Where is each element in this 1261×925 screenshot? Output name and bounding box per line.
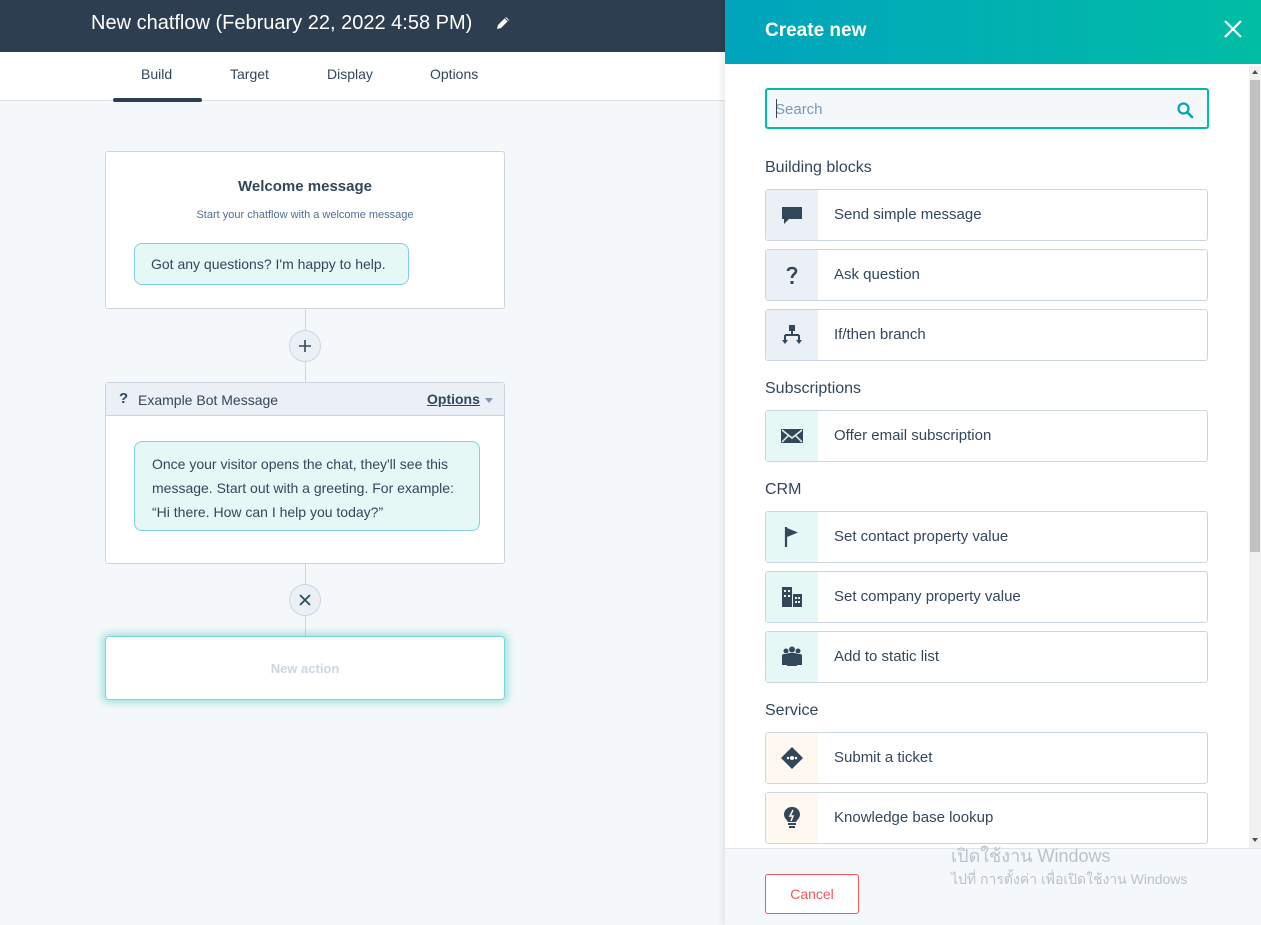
welcome-message-title: Welcome message [238,178,372,195]
cancel-button[interactable]: Cancel [765,874,859,914]
connector-line [305,616,306,636]
item-icon-container [766,310,818,360]
bot-message-line: Once your visitor opens the chat, they'l… [152,456,449,472]
connector-line [305,564,306,584]
search-icon[interactable] [1176,101,1194,119]
item-icon-container [766,632,818,682]
lightbulb-icon [784,807,800,828]
item-label: Offer email subscription [834,427,992,444]
question-mark-icon: ? [119,390,129,407]
flag-icon [784,527,798,547]
chatflow-canvas: Welcome message Start your chatflow with… [0,101,725,925]
bot-message-options-link[interactable]: Options [427,391,480,407]
text-cursor [776,99,777,118]
welcome-message-subtitle: Start your chatflow with a welcome messa… [196,209,414,221]
welcome-message-card[interactable]: Welcome message Start your chatflow with… [105,151,505,309]
item-icon-container [766,793,818,843]
remove-step-button[interactable] [289,584,321,616]
item-icon-container [766,250,818,300]
ticket-icon [781,747,803,769]
chatflow-title: New chatflow (February 22, 2022 4:58 PM) [91,12,473,34]
close-icon [299,594,311,606]
tab-build[interactable]: Build [141,66,172,82]
connector-line [305,362,306,382]
item-label: If/then branch [834,326,926,343]
plus-icon [299,340,311,352]
item-label: Send simple message [834,206,982,223]
bot-message-line: message. Start out with a greeting. For … [152,480,454,496]
item-add-to-static-list[interactable]: Add to static list [765,631,1208,683]
tab-bar: Build Target Display Options [0,52,725,102]
item-label: Knowledge base lookup [834,809,994,826]
editor-header: New chatflow (February 22, 2022 4:58 PM) [0,0,725,52]
tab-target[interactable]: Target [230,66,269,82]
item-label: Submit a ticket [834,749,933,766]
item-icon-container [766,733,818,783]
create-new-panel: Create new Building blocks Send simple m… [725,0,1261,925]
tab-display[interactable]: Display [327,66,373,82]
item-label: Add to static list [834,648,940,665]
search-box[interactable] [765,88,1209,129]
item-ask-question[interactable]: Ask question [765,249,1208,301]
item-submit-a-ticket[interactable]: Submit a ticket [765,732,1208,784]
item-knowledge-base-lookup[interactable]: Knowledge base lookup [765,792,1208,844]
bot-message-card[interactable]: ? Example Bot Message Options Once your … [105,382,505,564]
item-icon-container [766,572,818,622]
panel-title: Create new [765,20,867,41]
caret-down-icon[interactable] [485,398,493,403]
question-mark-icon [786,266,798,284]
envelope-icon [781,429,803,443]
item-offer-email-subscription[interactable]: Offer email subscription [765,410,1208,462]
connector-line [305,309,306,330]
branch-icon [782,325,802,344]
building-icon [782,587,802,607]
bot-message-line: “Hi there. How can I help you today?” [152,504,384,520]
panel-header: Create new [725,0,1261,64]
item-if-then-branch[interactable]: If/then branch [765,309,1208,361]
bot-message-header: ? Example Bot Message Options [106,383,504,416]
section-title-crm: CRM [765,481,802,498]
panel-scrollbar[interactable] [1249,66,1261,848]
item-icon-container [766,512,818,562]
item-set-company-property-value[interactable]: Set company property value [765,571,1208,623]
new-action-placeholder[interactable]: New action [105,636,505,700]
scrollbar-thumb[interactable] [1250,80,1260,552]
item-label: Set company property value [834,588,1021,605]
item-icon-container [766,190,818,240]
item-icon-container [766,411,818,461]
item-send-simple-message[interactable]: Send simple message [765,189,1208,241]
pencil-icon[interactable] [494,14,512,32]
item-label: Set contact property value [834,528,1009,545]
panel-footer: Cancel [725,848,1261,925]
scroll-down-arrow-icon[interactable] [1252,838,1258,842]
people-icon [782,646,802,666]
item-set-contact-property-value[interactable]: Set contact property value [765,511,1208,563]
welcome-message-bubble[interactable]: Got any questions? I'm happy to help. [134,243,409,285]
panel-body: Building blocks Send simple message Ask … [725,64,1261,848]
bot-message-label: Example Bot Message [138,392,279,408]
tab-options[interactable]: Options [430,66,478,82]
close-icon[interactable] [1221,17,1245,41]
chat-bubble-icon [782,207,802,224]
section-title-building-blocks: Building blocks [765,159,872,176]
item-label: Ask question [834,266,920,283]
scroll-up-arrow-icon[interactable] [1252,70,1258,74]
add-step-button[interactable] [289,330,321,362]
section-title-subscriptions: Subscriptions [765,380,862,397]
section-title-service: Service [765,702,819,719]
search-input[interactable] [775,98,1155,120]
bot-message-bubble[interactable]: Once your visitor opens the chat, they'l… [134,441,480,531]
